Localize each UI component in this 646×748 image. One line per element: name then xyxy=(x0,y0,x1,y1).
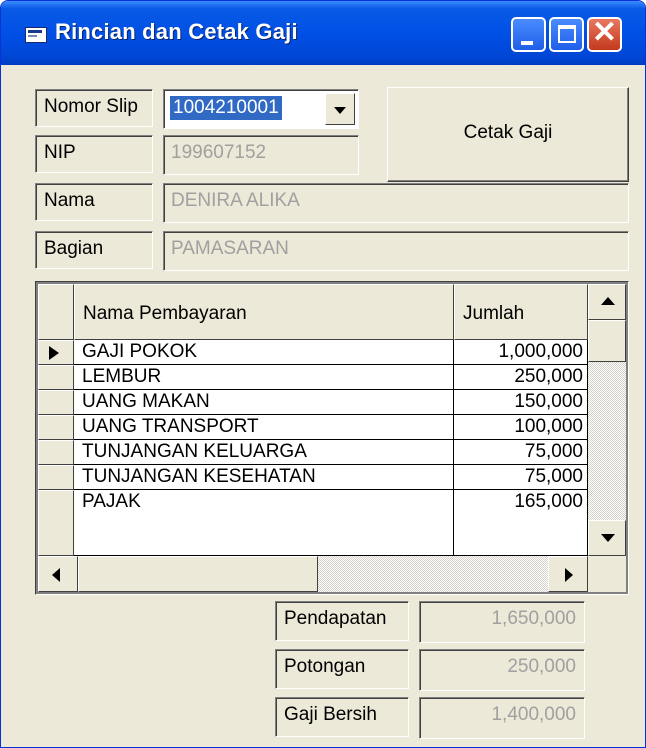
cell-nama[interactable]: UANG TRANSPORT xyxy=(74,415,454,440)
row-selector[interactable] xyxy=(38,440,74,465)
column-header-nama[interactable]: Nama Pembayaran xyxy=(74,284,454,340)
window-title: Rincian dan Cetak Gaji xyxy=(55,19,298,44)
cell-nama[interactable]: LEMBUR xyxy=(74,365,454,390)
maximize-button[interactable] xyxy=(549,17,584,52)
scroll-left-button[interactable] xyxy=(38,556,78,592)
minimize-button[interactable] xyxy=(511,17,546,52)
horizontal-scroll-thumb[interactable] xyxy=(78,556,318,592)
nip-field[interactable]: 199607152 xyxy=(163,135,359,175)
row-selector[interactable] xyxy=(38,465,74,490)
cell-nama[interactable]: PAJAK xyxy=(74,490,454,556)
nomor-slip-label: Nomor Slip xyxy=(35,89,153,127)
app-form-icon xyxy=(25,27,47,43)
potongan-field[interactable]: 250,000 xyxy=(419,649,585,691)
maximize-icon xyxy=(558,25,576,43)
title-bar[interactable]: Rincian dan Cetak Gaji ✕ xyxy=(1,1,645,65)
cell-jumlah[interactable]: 100,000 xyxy=(454,415,588,440)
close-icon: ✕ xyxy=(591,16,618,49)
dropdown-arrow-icon[interactable] xyxy=(325,93,355,125)
minimize-icon xyxy=(521,41,533,45)
cell-jumlah[interactable]: 150,000 xyxy=(454,390,588,415)
scroll-right-icon xyxy=(565,568,573,582)
nama-field[interactable]: DENIRA ALIKA xyxy=(163,183,629,223)
cell-jumlah[interactable]: 75,000 xyxy=(454,440,588,465)
current-row-icon xyxy=(49,346,59,360)
payment-grid[interactable]: Nama Pembayaran Jumlah GAJI POKOK 1,000,… xyxy=(35,281,629,595)
scroll-up-icon xyxy=(601,297,615,305)
vertical-scrollbar[interactable] xyxy=(588,284,626,556)
bagian-label: Bagian xyxy=(35,231,153,269)
cell-jumlah[interactable]: 165,000 xyxy=(454,490,588,556)
scroll-right-button[interactable] xyxy=(548,556,588,592)
pendapatan-field[interactable]: 1,650,000 xyxy=(419,601,585,643)
grid-body: Nama Pembayaran Jumlah GAJI POKOK 1,000,… xyxy=(38,284,588,556)
cell-jumlah[interactable]: 1,000,000 xyxy=(454,340,588,365)
scroll-up-button[interactable] xyxy=(588,284,626,320)
nomor-slip-combo[interactable]: 1004210001 xyxy=(163,89,359,129)
pendapatan-label: Pendapatan xyxy=(275,601,409,641)
potongan-label: Potongan xyxy=(275,649,409,689)
cell-nama[interactable]: GAJI POKOK xyxy=(74,340,454,365)
scroll-down-button[interactable] xyxy=(588,520,626,556)
grid-corner-header xyxy=(38,284,74,340)
row-selector[interactable] xyxy=(38,340,74,365)
nomor-slip-value[interactable]: 1004210001 xyxy=(170,96,282,120)
cell-nama[interactable]: TUNJANGAN KESEHATAN xyxy=(74,465,454,490)
payslip-window: Rincian dan Cetak Gaji ✕ Nomor Slip 1004… xyxy=(0,0,646,748)
cell-jumlah[interactable]: 75,000 xyxy=(454,465,588,490)
bagian-field[interactable]: PAMASARAN xyxy=(163,231,629,271)
cell-jumlah[interactable]: 250,000 xyxy=(454,365,588,390)
cell-nama[interactable]: TUNJANGAN KELUARGA xyxy=(74,440,454,465)
row-selector[interactable] xyxy=(38,415,74,440)
nama-label: Nama xyxy=(35,183,153,221)
close-button[interactable]: ✕ xyxy=(587,17,622,52)
gaji-bersih-label: Gaji Bersih xyxy=(275,697,409,737)
horizontal-scrollbar[interactable] xyxy=(38,556,588,592)
cell-nama[interactable]: UANG MAKAN xyxy=(74,390,454,415)
row-selector[interactable] xyxy=(38,390,74,415)
scroll-down-icon xyxy=(601,534,615,542)
gaji-bersih-field[interactable]: 1,400,000 xyxy=(419,697,585,739)
nip-label: NIP xyxy=(35,135,153,173)
row-selector[interactable] xyxy=(38,365,74,390)
scroll-left-icon xyxy=(52,568,60,582)
vertical-scroll-thumb[interactable] xyxy=(588,320,626,362)
scrollbar-corner xyxy=(588,556,626,592)
print-payslip-button[interactable]: Cetak Gaji xyxy=(387,87,629,182)
column-header-jumlah[interactable]: Jumlah xyxy=(454,284,588,340)
row-selector[interactable] xyxy=(38,490,74,556)
